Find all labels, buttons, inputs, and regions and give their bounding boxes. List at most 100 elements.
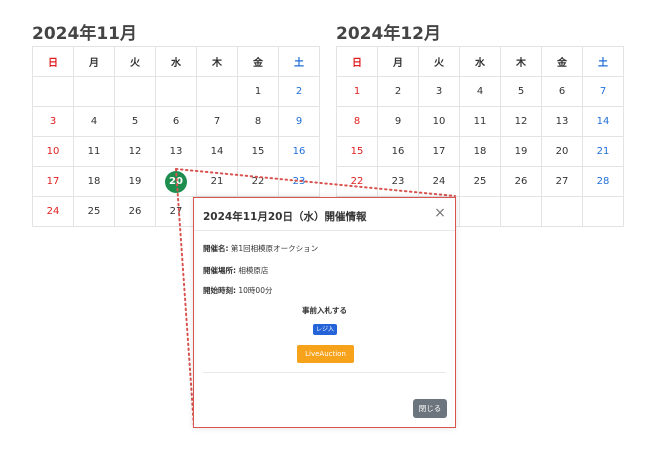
calendar-day-number: 1 — [353, 86, 361, 97]
calendar-day-cell[interactable]: 20 — [155, 166, 197, 197]
weekday-header: 月 — [377, 46, 419, 77]
calendar-empty-cell — [73, 76, 115, 107]
live-auction-button[interactable]: LiveAuction — [297, 345, 354, 363]
calendar-day-number: 9 — [295, 116, 303, 127]
calendar-day-cell[interactable]: 27 — [155, 196, 197, 227]
calendar-day-cell[interactable]: 9 — [377, 106, 419, 137]
calendar-empty-cell — [541, 196, 583, 227]
weekday-header: 木 — [196, 46, 238, 77]
calendar-day-cell[interactable]: 13 — [155, 136, 197, 167]
calendar-week-row: 10 11 12 13 14 15 16 — [32, 136, 320, 167]
calendar-day-number: 25 — [473, 176, 487, 187]
calendar-day-cell[interactable]: 25 — [459, 166, 501, 197]
calendar-day-number: 20 — [555, 146, 569, 157]
calendar-day-cell[interactable]: 28 — [582, 166, 624, 197]
calendar-day-cell[interactable]: 10 — [32, 136, 74, 167]
calendar-day-cell[interactable]: 20 — [541, 136, 583, 167]
calendar-day-cell[interactable]: 18 — [73, 166, 115, 197]
calendar-day-number: 13 — [555, 116, 569, 127]
calendar-day-cell[interactable]: 5 — [500, 76, 542, 107]
calendar-day-cell[interactable]: 17 — [32, 166, 74, 197]
calendar-day-number: 22 — [350, 176, 364, 187]
calendar-day-number: 15 — [251, 146, 265, 157]
modal-divider — [203, 372, 446, 373]
weekday-header: 火 — [114, 46, 156, 77]
calendar-day-cell[interactable]: 12 — [114, 136, 156, 167]
calendar-day-number: 18 — [473, 146, 487, 157]
calendar-day-number: 16 — [391, 146, 405, 157]
calendar-day-cell[interactable]: 14 — [582, 106, 624, 137]
calendar-day-number: 27 — [555, 176, 569, 187]
calendar-day-cell[interactable]: 3 — [418, 76, 460, 107]
calendar-day-cell[interactable]: 8 — [237, 106, 279, 137]
calendar-week-row: 3 4 5 6 7 8 9 — [32, 106, 320, 137]
event-name-label: 開催名: — [203, 244, 229, 253]
calendar-day-number: 24 — [46, 206, 60, 217]
modal-header: 2024年11月20日（水）開催情報 × — [194, 198, 455, 231]
close-icon[interactable]: × — [432, 205, 448, 221]
calendar-day-cell[interactable]: 21 — [582, 136, 624, 167]
calendar-day-cell[interactable]: 17 — [418, 136, 460, 167]
calendar-day-cell[interactable]: 2 — [278, 76, 320, 107]
calendar-day-cell[interactable]: 21 — [196, 166, 238, 197]
calendar-day-cell[interactable]: 4 — [73, 106, 115, 137]
calendar-day-cell[interactable]: 26 — [114, 196, 156, 227]
calendar-day-cell[interactable]: 19 — [114, 166, 156, 197]
calendar-day-cell[interactable]: 13 — [541, 106, 583, 137]
calendar-day-cell[interactable]: 15 — [237, 136, 279, 167]
calendar-empty-cell — [114, 76, 156, 107]
calendar-day-cell[interactable]: 14 — [196, 136, 238, 167]
calendar-day-cell[interactable]: 7 — [582, 76, 624, 107]
close-button[interactable]: 閉じる — [413, 399, 447, 418]
calendar-day-cell[interactable]: 16 — [377, 136, 419, 167]
calendar-day-cell[interactable]: 22 — [336, 166, 378, 197]
calendar-day-cell[interactable]: 27 — [541, 166, 583, 197]
calendar-day-cell[interactable]: 24 — [32, 196, 74, 227]
calendar-day-number: 6 — [172, 116, 180, 127]
calendar-day-number: 2 — [394, 86, 402, 97]
calendar-day-cell[interactable]: 22 — [237, 166, 279, 197]
calendar-day-cell[interactable]: 2 — [377, 76, 419, 107]
calendar-day-cell[interactable]: 3 — [32, 106, 74, 137]
calendar-day-cell[interactable]: 18 — [459, 136, 501, 167]
calendar-day-cell[interactable]: 10 — [418, 106, 460, 137]
calendar-day-cell[interactable]: 23 — [278, 166, 320, 197]
prebid-register-button[interactable]: レジ入 — [313, 324, 337, 335]
calendar-day-cell[interactable]: 12 — [500, 106, 542, 137]
calendar-day-number: 10 — [46, 146, 60, 157]
modal-title: 2024年11月20日（水）開催情報 — [203, 211, 367, 223]
calendar-week-row: 1 2 3 4 5 6 7 — [336, 76, 624, 107]
calendar-day-cell[interactable]: 9 — [278, 106, 320, 137]
weekday-header-row: 日月火水木金土 — [32, 46, 320, 77]
calendar-day-cell[interactable]: 11 — [459, 106, 501, 137]
calendar-day-number: 3 — [49, 116, 57, 127]
calendar-day-cell[interactable]: 7 — [196, 106, 238, 137]
calendar-day-cell[interactable]: 8 — [336, 106, 378, 137]
weekday-header: 月 — [73, 46, 115, 77]
calendar-day-cell[interactable]: 25 — [73, 196, 115, 227]
calendar-day-number: 12 — [514, 116, 528, 127]
calendar-day-cell[interactable]: 4 — [459, 76, 501, 107]
calendar-day-cell[interactable]: 23 — [377, 166, 419, 197]
weekday-header: 日 — [336, 46, 378, 77]
calendar-day-cell[interactable]: 19 — [500, 136, 542, 167]
calendar-day-cell[interactable]: 15 — [336, 136, 378, 167]
calendar-day-number: 11 — [473, 116, 487, 127]
calendar-day-cell[interactable]: 1 — [237, 76, 279, 107]
calendar-day-cell[interactable]: 11 — [73, 136, 115, 167]
weekday-header: 火 — [418, 46, 460, 77]
calendar-day-cell[interactable]: 16 — [278, 136, 320, 167]
calendar-day-number: 5 — [517, 86, 525, 97]
calendar-day-number: 17 — [46, 176, 60, 187]
calendar-day-number: 4 — [90, 116, 98, 127]
event-place-label: 開催場所: — [203, 266, 236, 275]
event-time-label: 開始時刻: — [203, 286, 236, 295]
calendar-day-number: 25 — [87, 206, 101, 217]
calendar-day-cell[interactable]: 24 — [418, 166, 460, 197]
event-time-value: 10時00分 — [238, 286, 273, 295]
calendar-day-cell[interactable]: 6 — [541, 76, 583, 107]
calendar-day-cell[interactable]: 6 — [155, 106, 197, 137]
calendar-day-cell[interactable]: 1 — [336, 76, 378, 107]
calendar-day-cell[interactable]: 5 — [114, 106, 156, 137]
calendar-day-cell[interactable]: 26 — [500, 166, 542, 197]
